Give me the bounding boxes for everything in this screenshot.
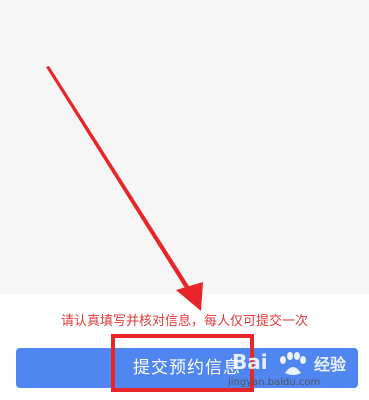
submit-appointment-button[interactable]: 提交预约信息 (16, 348, 358, 388)
notice-text: 请认真填写并核对信息，每人仅可提交一次 (60, 314, 308, 329)
content-area (0, 0, 369, 294)
